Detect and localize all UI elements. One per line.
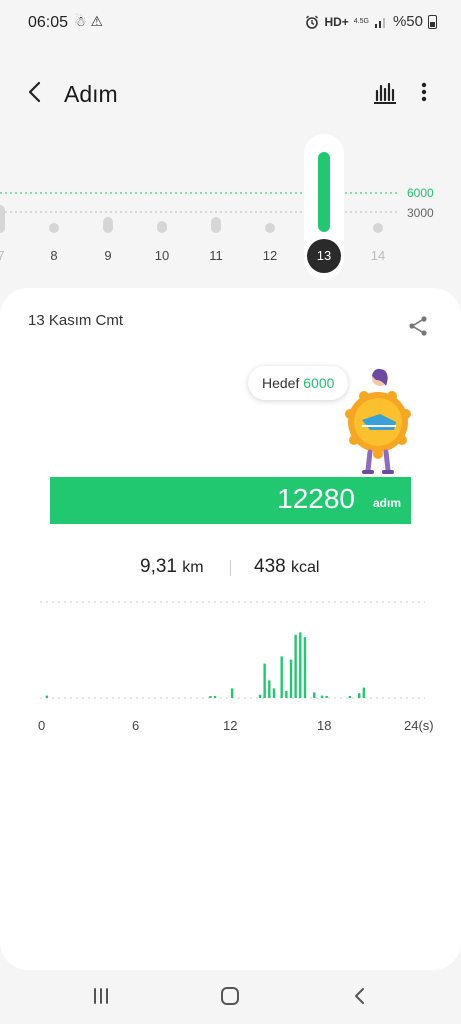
bar-chart-icon[interactable] xyxy=(372,78,398,106)
hourly-step-bar xyxy=(362,687,366,698)
back-icon[interactable] xyxy=(350,985,370,1007)
hourly-step-bar xyxy=(209,696,212,698)
x-tick-label: 0 xyxy=(38,718,46,733)
calories-unit: kcal xyxy=(290,559,320,576)
app-header: Adım xyxy=(0,66,461,122)
signal-icon xyxy=(374,17,385,28)
hourly-step-bar xyxy=(280,656,283,698)
day-label[interactable]: 11 xyxy=(201,248,231,263)
goal-achieved-mascot xyxy=(345,368,411,474)
share-icon[interactable] xyxy=(406,314,430,338)
hourly-step-bar xyxy=(320,695,324,698)
day-label[interactable]: 10 xyxy=(147,248,177,263)
day-label[interactable]: 12 xyxy=(255,248,285,263)
selected-date: 13 Kasım Cmt xyxy=(28,312,124,329)
x-tick-label: 24(s) xyxy=(404,718,434,733)
home-icon[interactable] xyxy=(219,985,241,1007)
status-right: HD+ 4.5G %50 xyxy=(305,13,437,30)
x-tick-label: 18 xyxy=(317,718,332,733)
hourly-step-bar xyxy=(230,688,234,698)
day-step-bar xyxy=(373,223,383,233)
goal-bubble: Hedef 6000 xyxy=(248,366,349,400)
selected-day-label[interactable]: 13 xyxy=(307,239,341,273)
metrics-row: 9,31 km 438 kcal xyxy=(0,556,461,582)
day-step-bar xyxy=(49,223,59,233)
network-sub: 4.5G xyxy=(353,18,369,25)
hourly-step-bar xyxy=(213,696,217,698)
status-notification-icons: ☃ ⚠ xyxy=(74,13,103,29)
battery-icon xyxy=(428,14,437,29)
hourly-step-bar xyxy=(358,693,361,698)
steps-unit: adım xyxy=(372,496,401,510)
hourly-step-bar xyxy=(268,680,271,698)
distance-metric: 9,31 km xyxy=(140,556,204,578)
hourly-step-bar xyxy=(299,632,302,698)
steps-progress-bar: 12280 adım xyxy=(50,477,411,524)
more-vertical-icon[interactable] xyxy=(414,78,434,106)
day-step-bar xyxy=(265,223,275,233)
hourly-step-bar xyxy=(289,659,293,698)
page-title: Adım xyxy=(64,81,118,107)
recent-apps-icon[interactable] xyxy=(90,986,112,1006)
day-step-bar xyxy=(103,217,113,233)
day-label[interactable]: 14 xyxy=(363,248,393,263)
day-selector[interactable]: 6000 3000 7 8 9 10 11 12 13 14 xyxy=(0,130,461,280)
day-step-bar xyxy=(0,205,5,233)
hourly-step-bar xyxy=(45,695,49,698)
day-step-bar xyxy=(211,217,221,233)
distance-value: 9,31 xyxy=(140,556,177,577)
goal-label: Hedef xyxy=(262,375,300,391)
day-label[interactable]: 8 xyxy=(39,248,69,263)
x-tick-label: 6 xyxy=(132,718,140,733)
distance-unit: km xyxy=(182,559,204,576)
day-label[interactable]: 9 xyxy=(93,248,123,263)
calories-metric: 438 kcal xyxy=(254,556,319,578)
goal-line-label: 6000 xyxy=(407,186,434,200)
hourly-step-bar xyxy=(294,634,297,698)
system-nav-bar xyxy=(0,970,461,1024)
hourly-step-bar xyxy=(263,663,266,698)
reference-line-label: 3000 xyxy=(407,206,434,220)
hourly-step-bar xyxy=(348,696,352,698)
alarm-icon xyxy=(306,15,319,29)
status-time: 06:05 xyxy=(28,14,69,31)
hourly-step-bar xyxy=(313,692,316,698)
status-bar: 06:05 ☃ ⚠ HD+ 4.5G %50 xyxy=(0,0,461,46)
hourly-step-bar xyxy=(303,637,307,698)
hourly-step-bar xyxy=(272,688,276,698)
day-step-bar xyxy=(157,221,167,233)
hourly-step-bar xyxy=(258,694,262,698)
metric-divider xyxy=(230,560,231,576)
hourly-step-bar xyxy=(325,696,328,698)
x-tick-label: 12 xyxy=(223,718,238,733)
daily-summary-card: 13 Kasım Cmt Hedef 6000 12280 adım 9,31 … xyxy=(0,288,461,970)
goal-value: 6000 xyxy=(303,375,335,391)
hourly-steps-chart: 0 6 12 18 24(s) xyxy=(0,588,461,748)
hourly-bars-svg xyxy=(40,601,425,699)
chevron-left-icon[interactable] xyxy=(22,78,50,106)
calories-value: 438 xyxy=(254,556,286,577)
selected-day-step-bar xyxy=(318,152,330,232)
steps-value: 12280 xyxy=(277,483,355,514)
hourly-step-bar xyxy=(285,690,288,698)
battery-percent: %50 xyxy=(392,13,423,30)
network-type: HD+ xyxy=(324,14,349,29)
day-label[interactable]: 7 xyxy=(0,248,16,263)
